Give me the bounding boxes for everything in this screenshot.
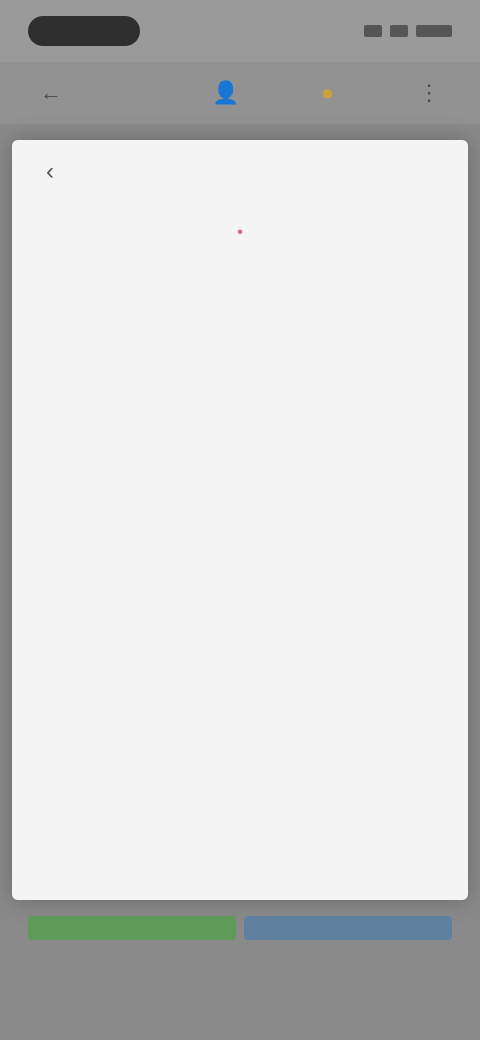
signal-icon	[364, 25, 382, 37]
section-heading-1: •	[34, 224, 446, 242]
coin-icon[interactable]: ●	[314, 79, 342, 107]
secondary-action-button[interactable]	[244, 916, 452, 940]
close-icon[interactable]: ‹	[38, 160, 62, 184]
wifi-icon	[390, 25, 408, 37]
app-bar: ← 👤 ● ⋮	[0, 62, 480, 124]
profile-icon[interactable]: 👤	[212, 79, 240, 107]
bottom-actions	[28, 916, 452, 940]
badge-icon: •	[237, 224, 243, 241]
sheet-content: •	[12, 224, 468, 242]
status-bar	[0, 0, 480, 62]
sheet-header: ‹	[12, 140, 468, 206]
primary-action-button[interactable]	[28, 916, 236, 940]
status-indicators	[364, 25, 452, 37]
battery-icon	[416, 25, 452, 37]
status-time-pill	[28, 16, 140, 46]
more-icon[interactable]: ⋮	[415, 79, 443, 107]
back-arrow-icon[interactable]: ←	[37, 79, 65, 107]
info-sheet: ‹ •	[12, 140, 468, 900]
